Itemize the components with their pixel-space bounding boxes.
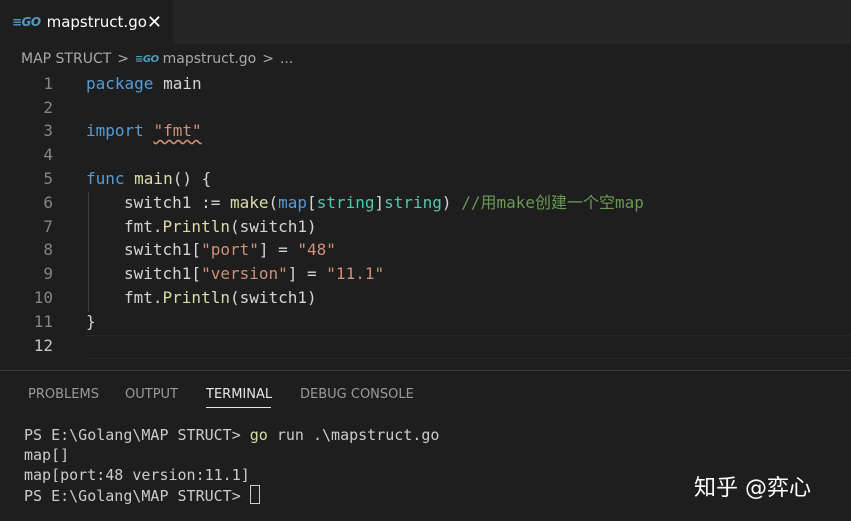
line-number: 4	[43, 145, 53, 164]
terminal-cursor	[249, 485, 260, 504]
breadcrumb-ellipsis[interactable]: ...	[280, 51, 293, 67]
function-name: Println	[162, 217, 230, 236]
code-comment: //用make创建一个空map	[451, 193, 644, 212]
line-number: 9	[43, 264, 53, 283]
tab-label: mapstruct.go	[46, 13, 147, 31]
code-text: fmt.	[124, 217, 163, 236]
code-text: switch1 :=	[124, 193, 230, 212]
code-text: )	[441, 193, 452, 212]
code-line: 1 package main	[0, 72, 851, 96]
code-editor[interactable]: 1 package main 2 3 import "fmt" 4 5 func…	[0, 72, 851, 368]
line-number: 2	[43, 98, 53, 117]
breadcrumb: MAP STRUCT > ≡GO mapstruct.go > ...	[0, 46, 851, 72]
keyword: package	[86, 74, 154, 93]
line-number: 12	[33, 336, 53, 355]
tab-mapstruct-go[interactable]: ≡GO mapstruct.go ✕	[0, 0, 173, 44]
code-text: (switch1)	[229, 217, 317, 236]
code-text: [	[307, 193, 317, 212]
code-line: 12	[0, 334, 851, 358]
breadcrumb-file[interactable]: mapstruct.go	[163, 51, 257, 67]
code-line: 7 fmt.Println(switch1)	[0, 215, 851, 239]
code-text: (switch1)	[229, 288, 317, 307]
code-line: 10 fmt.Println(switch1)	[0, 286, 851, 310]
code-text: (	[268, 193, 279, 212]
code-text: fmt.	[124, 288, 163, 307]
code-line: 8 switch1["port"] = "48"	[0, 238, 851, 262]
tab-problems[interactable]: PROBLEMS	[28, 387, 99, 402]
function-name: Println	[162, 288, 230, 307]
code-text: }	[86, 312, 96, 331]
keyword: import	[86, 121, 144, 140]
active-tab-indicator	[206, 407, 271, 408]
line-number: 8	[43, 240, 53, 259]
function-name: main	[124, 169, 173, 188]
code-text: switch1[	[124, 240, 202, 259]
terminal-prompt: PS E:\Golang\MAP STRUCT>	[24, 487, 250, 505]
string-literal: "fmt"	[153, 121, 202, 140]
line-number: 3	[43, 121, 53, 140]
line-number: 1	[43, 74, 53, 93]
code-text: () {	[172, 169, 212, 188]
code-text: ] =	[258, 240, 298, 259]
chevron-right-icon: >	[117, 51, 130, 67]
close-icon[interactable]: ✕	[147, 12, 162, 33]
line-number: 6	[43, 193, 53, 212]
type-name: string	[384, 193, 442, 212]
function-name: make	[229, 193, 269, 212]
line-number: 11	[33, 312, 53, 331]
type-name: string	[316, 193, 375, 212]
string-literal: "port"	[201, 240, 259, 259]
tab-output[interactable]: OUTPUT	[125, 387, 178, 402]
watermark: 知乎 @弈心	[694, 476, 811, 501]
code-line: 3 import "fmt"	[0, 119, 851, 143]
line-number: 5	[43, 169, 53, 188]
panel-tab-bar: PROBLEMS OUTPUT TERMINAL DEBUG CONSOLE	[0, 371, 851, 417]
code-text: ] =	[287, 264, 327, 283]
code-line: 9 switch1["version"] = "11.1"	[0, 262, 851, 286]
code-line: 6 switch1 := make(map[string]string) //用…	[0, 191, 851, 215]
line-number: 7	[43, 217, 53, 236]
breadcrumb-folder[interactable]: MAP STRUCT	[21, 51, 111, 67]
keyword: func	[86, 169, 125, 188]
tab-terminal[interactable]: TERMINAL	[206, 387, 272, 402]
chevron-right-icon: >	[262, 51, 274, 67]
code-text: switch1[	[124, 264, 202, 283]
terminal-command: go	[249, 426, 268, 444]
code-text: ]	[374, 193, 385, 212]
code-line: 2	[0, 96, 851, 120]
code-line: 4	[0, 143, 851, 167]
go-file-icon: ≡GO	[12, 15, 41, 29]
string-literal: "version"	[201, 264, 288, 283]
go-file-icon: ≡GO	[135, 53, 159, 65]
line-number: 10	[33, 288, 53, 307]
tab-debug-console[interactable]: DEBUG CONSOLE	[300, 387, 414, 402]
string-literal: "11.1"	[326, 264, 385, 283]
terminal-args: run .\mapstruct.go	[267, 426, 440, 444]
code-line: 5 func main() {	[0, 167, 851, 191]
string-literal: "48"	[297, 240, 336, 259]
terminal-prompt: PS E:\Golang\MAP STRUCT>	[24, 426, 250, 444]
code-line: 11 }	[0, 310, 851, 334]
terminal-line: PS E:\Golang\MAP STRUCT> go run .\mapstr…	[24, 425, 844, 445]
keyword: map	[278, 193, 308, 212]
terminal-line: map[]	[24, 446, 70, 464]
editor-tab-bar: ≡GO mapstruct.go ✕	[0, 0, 851, 44]
code-text: main	[153, 74, 202, 93]
